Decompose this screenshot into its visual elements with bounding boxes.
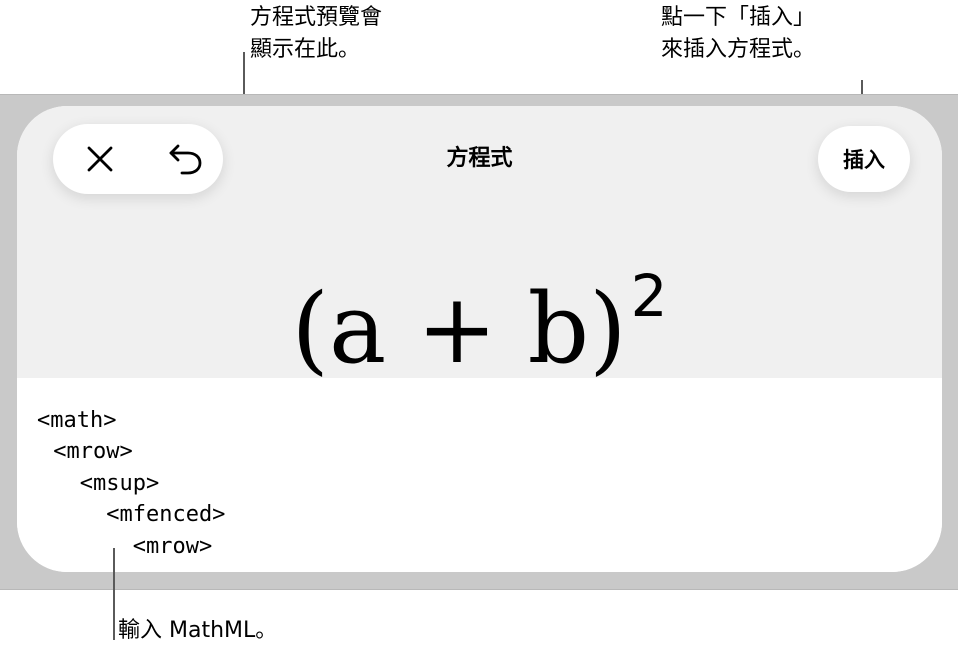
code-line: <msup> — [40, 471, 160, 496]
insert-callout: 點一下「插入」 來插入方程式。 — [661, 2, 815, 66]
sheet-title: 方程式 — [446, 146, 513, 171]
insert-callout-line2: 來插入方程式。 — [661, 37, 816, 62]
input-callout-leader — [113, 548, 115, 640]
insert-button[interactable]: 插入 — [818, 126, 910, 192]
equation-superscript: 2 — [630, 262, 668, 330]
insert-callout-line1: 點一下「插入」 — [661, 5, 816, 30]
input-callout: 輸入 MathML。 — [118, 618, 278, 643]
preview-callout-line1: 方程式預覽會 — [250, 5, 383, 30]
code-line: <math> — [37, 408, 117, 433]
equation-preview: (a + b)2 — [17, 226, 942, 385]
code-line: <mrow> — [40, 439, 133, 464]
code-line: <mfenced> — [40, 502, 226, 527]
preview-callout: 方程式預覽會 顯示在此。 — [250, 2, 382, 66]
equation-sheet: 方程式 插入 (a + b)2 <math> <mrow> <msup> <mf… — [17, 106, 942, 572]
code-line: <mrow> — [40, 534, 213, 559]
mathml-input-area[interactable]: <math> <mrow> <msup> <mfenced> <mrow> — [17, 378, 942, 572]
equation-preview-area: 方程式 插入 (a + b)2 — [17, 106, 942, 385]
preview-callout-line2: 顯示在此。 — [250, 37, 361, 62]
